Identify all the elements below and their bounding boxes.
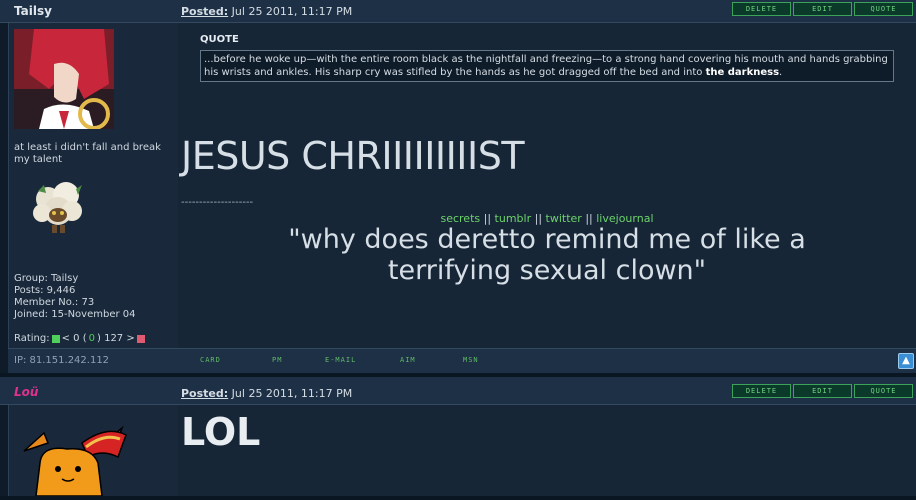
posted-label: Posted:	[181, 387, 229, 400]
quote-body: ...before he woke up—with the entire roo…	[204, 54, 888, 78]
user-stats: Group: Tailsy Posts: 9,446 Member No.: 7…	[14, 273, 136, 321]
post-actions: DELETE EDIT QUOTE	[730, 384, 913, 398]
rating-label: Rating:	[14, 333, 50, 344]
post-footer: IP: 81.151.242.112 CARD PM E-MAIL AIM MS…	[8, 348, 916, 374]
posted-label: Posted:	[181, 5, 229, 18]
rating-down-icon[interactable]	[136, 334, 145, 343]
delete-button[interactable]: DELETE	[732, 384, 791, 398]
rating: Rating: < 0 ( 0 ) 127 >	[14, 333, 145, 344]
signature-quote-line2: terrifying sexual clown"	[387, 255, 707, 286]
edit-button[interactable]: EDIT	[793, 384, 852, 398]
delete-button[interactable]: DELETE	[732, 2, 791, 16]
post: Tailsy Posted: Jul 25 2011, 11:17 PM DEL…	[0, 0, 916, 377]
quote-button[interactable]: QUOTE	[854, 2, 913, 16]
member-number: Member No.: 73	[14, 297, 95, 308]
pm-link[interactable]: PM	[272, 356, 282, 364]
avatar	[22, 423, 132, 497]
post-date: Posted: Jul 25 2011, 11:17 PM	[181, 5, 352, 18]
rating-value: 0	[88, 333, 95, 344]
post-actions: DELETE EDIT QUOTE	[730, 2, 913, 16]
username[interactable]: Loü	[14, 385, 38, 399]
post-count: Posts: 9,446	[14, 285, 76, 296]
pokemon-badge	[28, 177, 88, 239]
top-arrow-icon[interactable]: ▲	[898, 353, 914, 369]
quote-text: ...before he woke up—with the entire roo…	[200, 50, 894, 82]
post: Loü Posted: Jul 25 2011, 11:17 PM DELETE…	[0, 377, 916, 496]
card-link[interactable]: CARD	[200, 356, 221, 364]
post-message: JESUS CHRIIIIIIIIIST	[181, 134, 525, 178]
quote-bold: the darkness	[705, 67, 780, 78]
email-link[interactable]: E-MAIL	[325, 356, 356, 364]
posted-date: Jul 25 2011, 11:17 PM	[231, 387, 353, 400]
signature-divider: --------------------	[181, 197, 254, 208]
post-message: LOL	[181, 410, 261, 454]
group: Group: Tailsy	[14, 273, 79, 284]
joined-date: Joined: 15-November 04	[14, 309, 136, 320]
username[interactable]: Tailsy	[14, 4, 52, 18]
rating-up-icon[interactable]	[51, 334, 60, 343]
msn-link[interactable]: MSN	[463, 356, 479, 364]
post-date: Posted: Jul 25 2011, 11:17 PM	[181, 387, 352, 400]
user-tagline: at least i didn't fall and break my tale…	[14, 142, 161, 165]
aim-link[interactable]: AIM	[400, 356, 416, 364]
rating-high: ) 127 >	[97, 333, 135, 344]
quote-label: QUOTE	[200, 34, 239, 45]
quote-block: QUOTE ...before he woke up—with the enti…	[200, 34, 894, 82]
avatar	[14, 29, 114, 129]
rating-low: < 0 (	[61, 333, 87, 344]
quote-button[interactable]: QUOTE	[854, 384, 913, 398]
signature-quote-line1: "why does deretto remind me of like a	[288, 224, 806, 255]
posted-date: Jul 25 2011, 11:17 PM	[231, 5, 353, 18]
ip-address: IP: 81.151.242.112	[14, 355, 110, 366]
edit-button[interactable]: EDIT	[793, 2, 852, 16]
signature-quote: "why does deretto remind me of like a te…	[178, 224, 916, 286]
left-bar	[0, 0, 8, 377]
